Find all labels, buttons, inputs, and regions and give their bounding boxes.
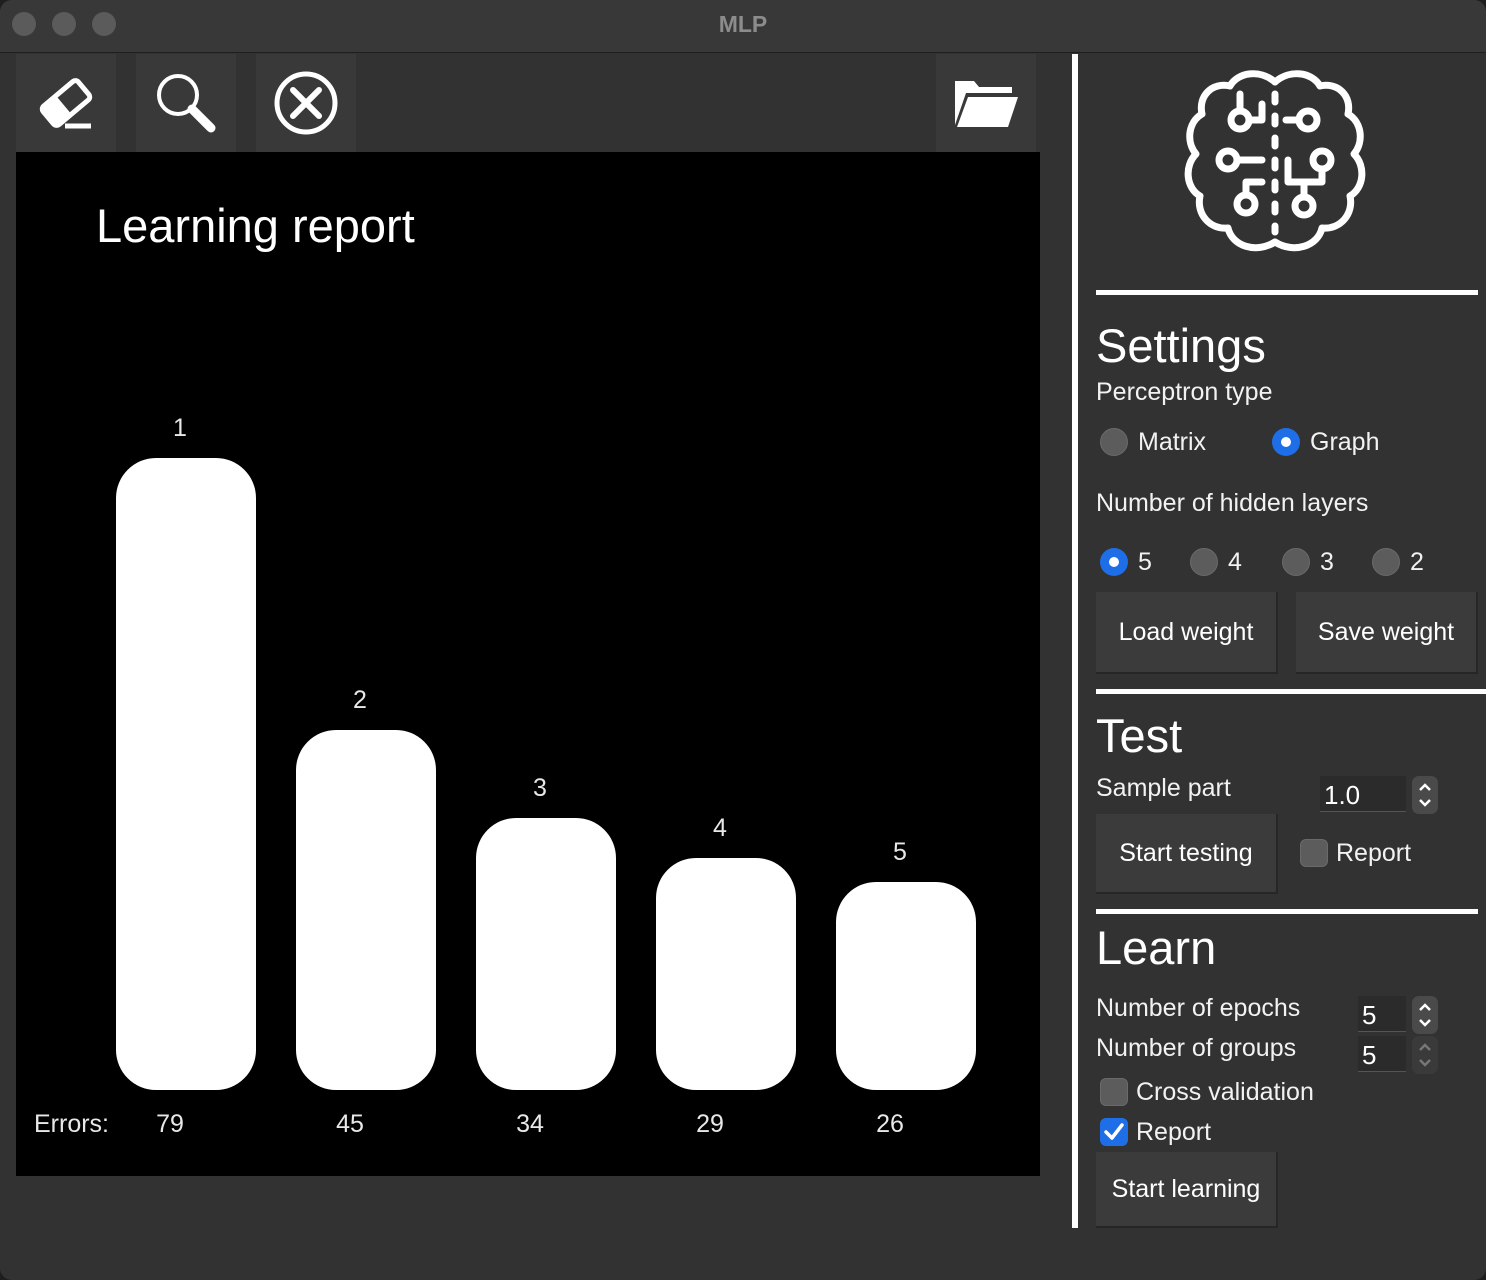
vertical-divider <box>1072 54 1078 1228</box>
start-learning-button[interactable]: Start learning <box>1096 1152 1278 1228</box>
bar-category-label: 2 <box>353 686 367 714</box>
radio-layers-2-label: 2 <box>1410 548 1424 576</box>
app-window: MLP Learning report Errors: 1 79 2 45 3 … <box>0 0 1486 1280</box>
sample-part-label: Sample part <box>1096 774 1231 802</box>
bar-category-label: 3 <box>533 774 547 802</box>
learn-report-label: Report <box>1136 1118 1212 1146</box>
test-report-label: Report <box>1336 839 1412 867</box>
cross-validation-label: Cross validation <box>1136 1078 1314 1106</box>
eraser-icon <box>37 74 95 132</box>
test-divider <box>1096 689 1486 694</box>
radio-layers-4-label: 4 <box>1228 548 1242 576</box>
save-weight-button[interactable]: Save weight <box>1296 592 1478 674</box>
bar-value-label: 45 <box>336 1110 364 1138</box>
recognize-button[interactable] <box>136 54 236 152</box>
checkmark-icon <box>1104 1123 1124 1140</box>
epochs-input[interactable]: 5 <box>1358 996 1406 1032</box>
close-circle-icon <box>273 70 339 136</box>
control-panel: Settings Perceptron type Matrix Graph Nu… <box>1096 54 1486 1228</box>
radio-graph[interactable] <box>1272 428 1300 456</box>
radio-matrix-label: Matrix <box>1138 428 1207 456</box>
sample-part-stepper-icon[interactable] <box>1412 776 1438 814</box>
bar-category-label: 5 <box>893 838 907 866</box>
radio-layers-5-label: 5 <box>1138 548 1152 576</box>
settings-heading: Settings <box>1096 319 1266 372</box>
learn-divider <box>1096 909 1478 914</box>
load-weight-button[interactable]: Load weight <box>1096 592 1278 674</box>
sample-part-input[interactable]: 1.0 <box>1320 776 1406 812</box>
brain-logo-icon <box>1180 64 1372 264</box>
report-canvas: Learning report Errors: 1 79 2 45 3 34 4 29 5 26 <box>16 152 1040 1176</box>
hidden-layers-label: Number of hidden layers <box>1096 489 1369 517</box>
radio-layers-3-label: 3 <box>1320 548 1334 576</box>
groups-stepper-icon[interactable] <box>1412 1036 1438 1074</box>
bar-2 <box>296 730 436 1090</box>
bar-category-label: 1 <box>173 414 187 442</box>
bar-value-label: 26 <box>876 1110 904 1138</box>
radio-graph-label: Graph <box>1310 428 1380 456</box>
settings-divider <box>1096 290 1478 295</box>
radio-matrix[interactable] <box>1100 428 1128 456</box>
test-heading: Test <box>1096 709 1183 762</box>
bar-5 <box>836 882 976 1090</box>
bar-category-label: 4 <box>713 814 727 842</box>
learn-report-checkbox[interactable] <box>1100 1118 1128 1146</box>
open-file-button[interactable] <box>936 54 1036 152</box>
cross-validation-checkbox[interactable] <box>1100 1078 1128 1106</box>
radio-layers-4[interactable] <box>1190 548 1218 576</box>
epochs-stepper-icon[interactable] <box>1412 996 1438 1034</box>
sample-part-spinbox[interactable]: 1.0 <box>1320 776 1440 814</box>
perceptron-type-label: Perceptron type <box>1096 378 1273 406</box>
cancel-button[interactable] <box>256 54 356 152</box>
bar-1 <box>116 458 256 1090</box>
learn-heading: Learn <box>1096 921 1217 974</box>
radio-layers-2[interactable] <box>1372 548 1400 576</box>
bar-value-label: 34 <box>516 1110 544 1138</box>
bar-value-label: 29 <box>696 1110 724 1138</box>
bar-3 <box>476 818 616 1090</box>
bar-4 <box>656 858 796 1090</box>
groups-label: Number of groups <box>1096 1034 1297 1062</box>
groups-spinbox[interactable]: 5 <box>1358 1036 1440 1074</box>
radio-layers-5[interactable] <box>1100 548 1128 576</box>
groups-input[interactable]: 5 <box>1358 1036 1406 1072</box>
bar-value-label: 79 <box>156 1110 184 1138</box>
errors-label: Errors: <box>34 1110 109 1138</box>
magnifier-icon <box>153 70 219 136</box>
start-testing-button[interactable]: Start testing <box>1096 814 1278 894</box>
window-title: MLP <box>718 11 768 37</box>
error-bar-chart: Errors: 1 79 2 45 3 34 4 29 5 26 <box>34 414 976 1138</box>
folder-icon <box>952 75 1020 131</box>
test-report-checkbox[interactable] <box>1300 839 1328 867</box>
title-bar: MLP <box>0 0 1486 53</box>
epochs-label: Number of epochs <box>1096 994 1301 1022</box>
radio-layers-3[interactable] <box>1282 548 1310 576</box>
epochs-spinbox[interactable]: 5 <box>1358 996 1440 1034</box>
clear-button[interactable] <box>16 54 116 152</box>
toolbar <box>16 54 1040 152</box>
